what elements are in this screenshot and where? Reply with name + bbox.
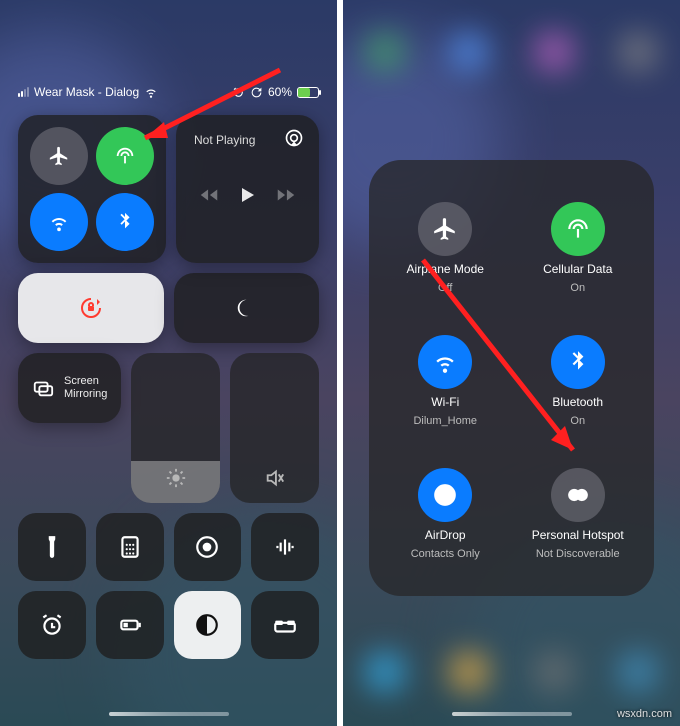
sound-recognition-tile[interactable] xyxy=(251,513,319,581)
play-icon[interactable] xyxy=(235,183,259,207)
low-power-tile[interactable] xyxy=(96,591,164,659)
orientation-lock[interactable] xyxy=(18,273,164,343)
wifi-icon-big xyxy=(418,335,472,389)
screenshot-right: Airplane Mode Off Cellular Data On Wi-Fi… xyxy=(343,0,680,726)
bluetooth-icon-big xyxy=(551,335,605,389)
flashlight-tile[interactable] xyxy=(18,513,86,581)
media-card[interactable]: Not Playing xyxy=(176,115,319,263)
wifi-toggle[interactable] xyxy=(30,193,88,251)
sleep-tile[interactable] xyxy=(251,591,319,659)
cellular-data-item[interactable]: Cellular Data On xyxy=(512,184,645,311)
cellular-icon xyxy=(551,202,605,256)
volume-slider[interactable] xyxy=(230,353,319,503)
cellular-toggle[interactable] xyxy=(96,127,154,185)
alarm-tile[interactable] xyxy=(18,591,86,659)
connectivity-card[interactable] xyxy=(18,115,166,263)
airdrop-item[interactable]: AirDrop Contacts Only xyxy=(379,451,512,578)
watermark: wsxdn.com xyxy=(617,708,672,720)
brightness-slider[interactable] xyxy=(131,353,220,503)
personal-hotspot-item[interactable]: Personal Hotspot Not Discoverable xyxy=(512,451,645,578)
airdrop-icon xyxy=(418,468,472,522)
airplane-toggle[interactable] xyxy=(30,127,88,185)
home-indicator-right[interactable] xyxy=(452,712,572,716)
next-icon[interactable] xyxy=(275,184,297,206)
prev-icon[interactable] xyxy=(198,184,220,206)
status-bar: Wear Mask - Dialog 60% xyxy=(0,82,337,102)
dnd-toggle[interactable] xyxy=(174,273,320,343)
wifi-item[interactable]: Wi-Fi Dilum_Home xyxy=(379,317,512,444)
orientation-icon xyxy=(250,86,263,99)
battery-icon xyxy=(297,87,319,98)
carrier-label: Wear Mask - Dialog xyxy=(34,85,139,99)
control-center: Not Playing xyxy=(18,115,319,659)
airplay-icon[interactable] xyxy=(281,125,307,151)
home-indicator[interactable] xyxy=(109,712,229,716)
connectivity-expanded: Airplane Mode Off Cellular Data On Wi-Fi… xyxy=(369,160,654,596)
signal-icon xyxy=(18,87,29,97)
calculator-tile[interactable] xyxy=(96,513,164,581)
screen-mirroring-label: ScreenMirroring xyxy=(64,375,107,401)
screen-record-tile[interactable] xyxy=(174,513,242,581)
airplane-icon xyxy=(418,202,472,256)
screenshot-left: Wear Mask - Dialog 60% No xyxy=(0,0,337,726)
battery-pct: 60% xyxy=(268,85,292,99)
bluetooth-toggle[interactable] xyxy=(96,193,154,251)
bluetooth-item[interactable]: Bluetooth On xyxy=(512,317,645,444)
wifi-icon xyxy=(144,85,158,99)
screen-mirroring[interactable]: ScreenMirroring xyxy=(18,353,121,423)
hotspot-icon xyxy=(551,468,605,522)
dark-mode-tile[interactable] xyxy=(174,591,242,659)
alarm-icon xyxy=(232,86,245,99)
airplane-mode-item[interactable]: Airplane Mode Off xyxy=(379,184,512,311)
